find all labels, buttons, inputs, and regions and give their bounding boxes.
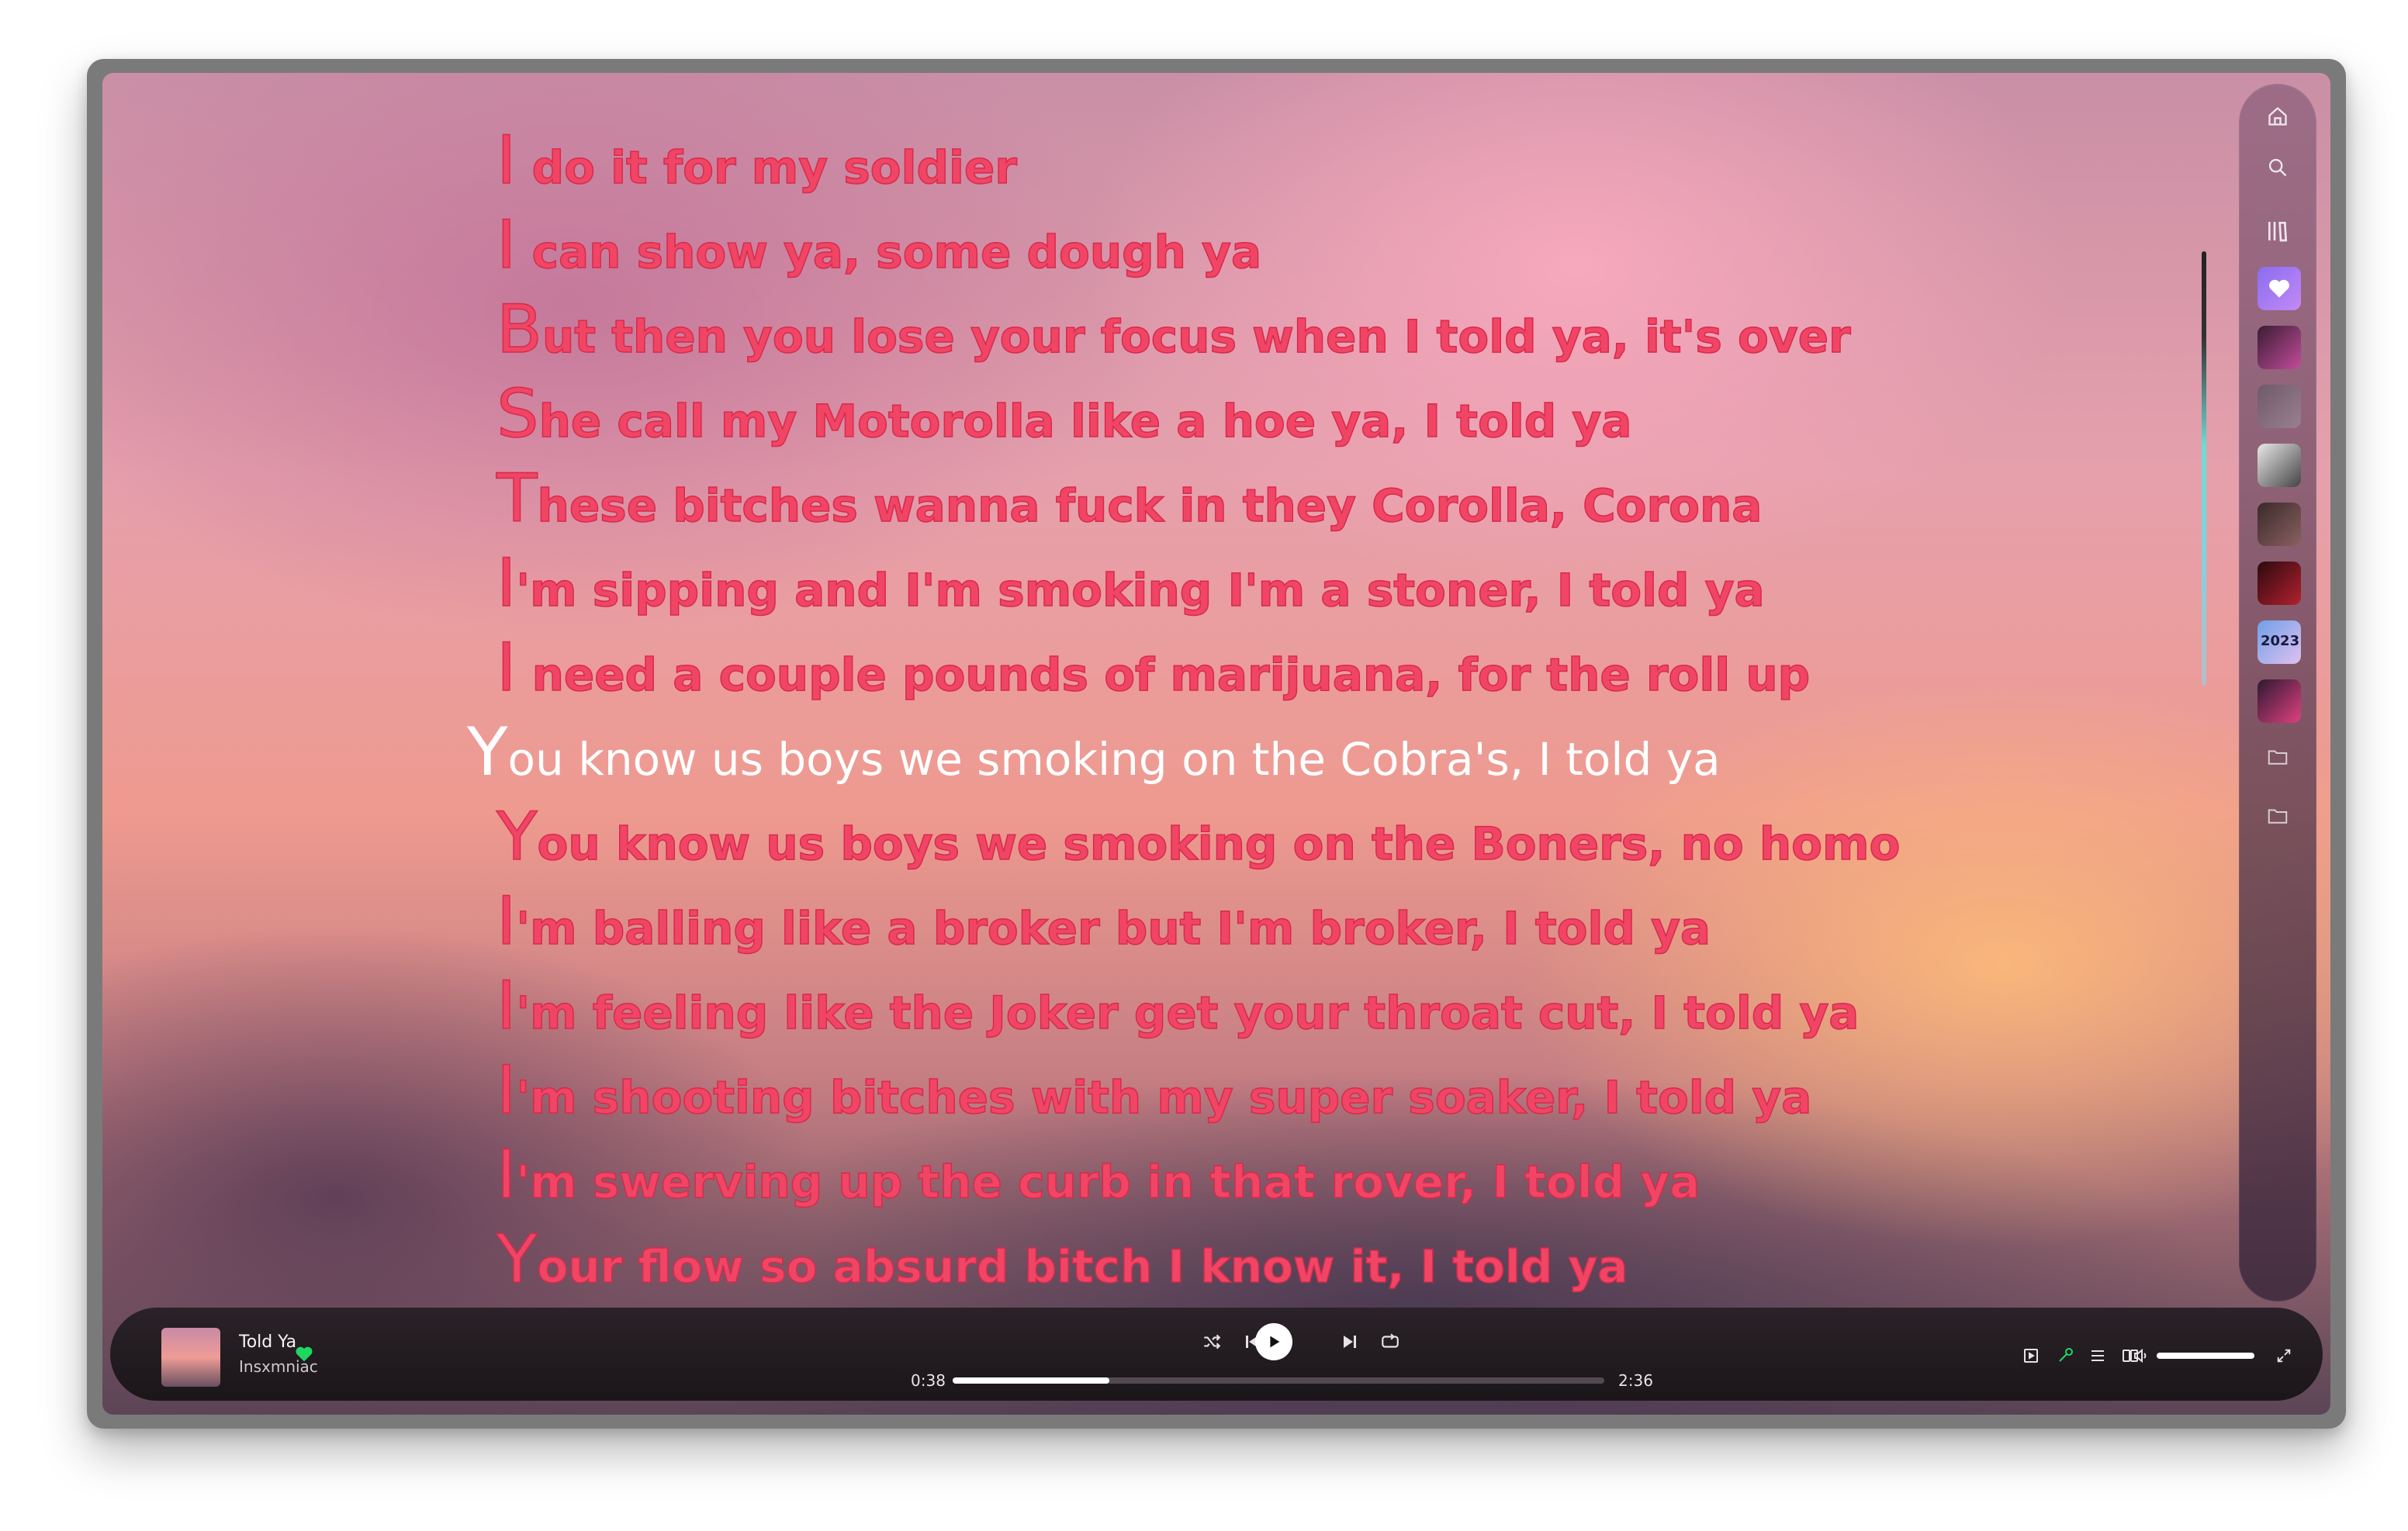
lyric-line[interactable]: I'm sipping and I'm smoking I'm a stoner… (496, 544, 1766, 623)
lyric-initial: I (496, 121, 517, 200)
progress-fill (953, 1377, 1109, 1384)
lyric-initial: I (496, 1135, 517, 1215)
elapsed-time: 0:38 (911, 1371, 946, 1390)
lyric-text: 'm balling like a broker but I'm broker,… (516, 901, 1711, 956)
playlist-thumb-playlist-red[interactable] (2258, 562, 2301, 605)
search-icon[interactable] (2259, 149, 2296, 186)
lyric-line[interactable]: I'm feeling like the Joker get your thro… (496, 966, 1860, 1045)
app-window: I do it for my soldier I can show ya, som… (87, 59, 2346, 1429)
playlist-thumb-label: 2023 (2261, 633, 2300, 649)
lyric-line[interactable]: You know us boys we smoking on the Boner… (496, 797, 1901, 876)
lyric-line[interactable]: I'm shooting bitches with my super soake… (496, 1051, 1812, 1130)
lyric-initial: Y (496, 797, 538, 876)
playlist-thumb-playlist-dark[interactable] (2258, 503, 2301, 546)
shuffle-icon[interactable] (1196, 1326, 1227, 1357)
lyric-initial: B (496, 290, 543, 369)
lyric-text: he call my Motorolla like a hoe ya, I to… (538, 394, 1632, 448)
folder-icon[interactable] (2259, 797, 2296, 835)
lyric-initial: I (496, 882, 517, 961)
lyric-line-active[interactable]: You know us boys we smoking on the Cobra… (467, 714, 1721, 791)
playlist-thumb-wrapped-2023[interactable]: 2023 (2258, 620, 2301, 664)
heart-icon (2269, 279, 2289, 298)
lyrics-container[interactable]: I do it for my soldier I can show ya, som… (102, 73, 2197, 1364)
lyric-text: do it for my soldier (516, 140, 1018, 195)
album-cover[interactable] (161, 1328, 220, 1387)
lyric-initial: Y (496, 1220, 538, 1299)
lyric-text: 'm feeling like the Joker get your throa… (516, 986, 1860, 1040)
lyric-line[interactable]: I need a couple pounds of marijuana, for… (496, 628, 1811, 707)
lyrics-icon[interactable] (2053, 1343, 2078, 1368)
progress-bar[interactable] (953, 1377, 1604, 1384)
lyric-text: ut then you lose your focus when I told … (541, 309, 1851, 364)
folder-icon[interactable] (2259, 738, 2296, 776)
lyric-line[interactable]: I do it for my soldier (496, 121, 1018, 200)
volume-icon[interactable] (2129, 1343, 2154, 1368)
playlist-thumb-liked-songs[interactable] (2258, 267, 2301, 310)
duration-time: 2:36 (1618, 1371, 1653, 1390)
lyric-line[interactable]: But then you lose your focus when I told… (496, 290, 1851, 369)
volume-slider[interactable] (2157, 1353, 2254, 1359)
play-button[interactable] (1255, 1323, 1292, 1360)
lyric-initial: T (496, 459, 538, 538)
lyric-text: can show ya, some dough ya (516, 225, 1262, 279)
queue-icon[interactable] (2085, 1343, 2110, 1368)
playlist-thumb-repeat-rewind[interactable] (2258, 679, 2301, 723)
playlist-thumb-on-repeat[interactable] (2258, 326, 2301, 369)
home-icon[interactable] (2259, 98, 2296, 135)
lyric-initial: I (496, 1051, 517, 1130)
track-title[interactable]: Told Ya (239, 1332, 296, 1352)
lyric-initial: Y (467, 714, 508, 791)
lyric-line[interactable]: I can show ya, some dough ya (496, 206, 1262, 285)
lyric-line[interactable]: I'm swerving up the curb in that rover, … (496, 1135, 1700, 1215)
lyric-text: 'm swerving up the curb in that rover, I… (516, 1155, 1700, 1209)
lyric-initial: I (496, 544, 517, 623)
lyric-text: ou know us boys we smoking on the Cobra'… (507, 733, 1721, 786)
lyric-line[interactable]: These bitches wanna fuck in they Corolla… (496, 459, 1763, 538)
lyric-text: ou know us boys we smoking on the Boners… (537, 817, 1901, 871)
lyric-initial: I (496, 206, 517, 285)
library-icon[interactable] (2259, 213, 2296, 250)
lyric-initial: I (496, 628, 517, 707)
scrollbar[interactable] (2202, 251, 2206, 686)
lyric-line[interactable]: I'm balling like a broker but I'm broker… (496, 882, 1711, 961)
lyric-text: 'm sipping and I'm smoking I'm a stoner,… (516, 563, 1766, 617)
playlist-thumb-playlist-bw[interactable] (2258, 444, 2301, 487)
repeat-icon[interactable] (1375, 1326, 1406, 1357)
volume-fill (2157, 1353, 2254, 1359)
sidebar: 2023 (2239, 84, 2316, 1301)
lyric-text: hese bitches wanna fuck in they Corolla,… (537, 479, 1763, 533)
lyrics-view: I do it for my soldier I can show ya, som… (102, 73, 2330, 1415)
lyric-text: 'm shooting bitches with my super soaker… (516, 1070, 1812, 1125)
playlist-thumb-discover-weekly[interactable] (2258, 385, 2301, 428)
lyric-initial: S (496, 375, 539, 454)
fullscreen-icon[interactable] (2271, 1343, 2296, 1368)
lyric-line[interactable]: Your flow so absurd bitch I know it, I t… (496, 1220, 1628, 1299)
lyric-line[interactable]: She call my Motorolla like a hoe ya, I t… (496, 375, 1632, 454)
next-icon[interactable] (1334, 1326, 1365, 1357)
lyric-text: need a couple pounds of marijuana, for t… (516, 648, 1811, 702)
heart-icon[interactable] (293, 1343, 315, 1365)
player-bar: Told Ya Insxmniac 0:38 2:36 (110, 1308, 2323, 1401)
lyric-initial: I (496, 966, 517, 1045)
now-playing-view-icon[interactable] (2019, 1343, 2043, 1368)
lyric-text: our flow so absurd bitch I know it, I to… (537, 1239, 1628, 1294)
